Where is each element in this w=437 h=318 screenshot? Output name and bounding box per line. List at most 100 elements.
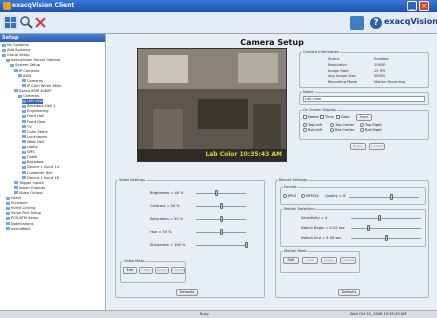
camera-info-key: Recording Mode (328, 80, 357, 85)
tree-item-label: IP Cameras (19, 68, 40, 73)
tree-node-icon (6, 227, 10, 231)
format-jpeg-radio[interactable]: JPEG (283, 194, 296, 198)
video-mask-cancel-button[interactable]: Cancel (171, 267, 185, 274)
record-settings-title: Record Settings (278, 178, 309, 182)
tree-item-label: TV (27, 124, 32, 129)
tree-item-label: System Setup (15, 63, 41, 68)
record-settings-group: Record Settings Format JPEG MPEG4 Qualit… (275, 178, 429, 298)
tree-item-label: Color Stairs (27, 129, 48, 134)
motion-slider-label: Sensitivity = 4 (301, 216, 328, 220)
osd-top-center-radio[interactable]: Top-Center (330, 123, 354, 127)
video-slider-thumb[interactable] (219, 229, 223, 235)
video-defaults-button[interactable]: Defaults (176, 289, 198, 296)
camera-info-value: Enabled (374, 57, 389, 61)
minimize-button[interactable]: _ (407, 1, 417, 11)
tree-node-icon (18, 94, 22, 98)
tree-item-label: Device 1 Input 16 (27, 175, 59, 180)
tree-node-icon (14, 186, 18, 190)
page-title: Camera Setup (240, 38, 304, 47)
motion-slider-thumb[interactable] (367, 225, 370, 231)
tree-item-label: Lunchroom (27, 134, 48, 139)
tree-item-label: Engineering (27, 109, 49, 114)
delete-icon[interactable] (33, 15, 48, 30)
tree-node-icon (2, 48, 6, 52)
camera-info-key: Image Rate (328, 68, 349, 73)
motion-slider-thumb[interactable] (377, 215, 381, 221)
font-button[interactable]: Font (356, 114, 372, 121)
osd-cancel-button[interactable]: Cancel (369, 143, 385, 150)
grid-view-icon[interactable] (3, 15, 18, 30)
tree-node-icon (2, 43, 6, 47)
video-slider-thumb[interactable] (244, 242, 248, 248)
tree-item-label: Video Output (19, 190, 43, 195)
video-mask-clear-button[interactable]: Clear (139, 267, 153, 274)
osd-bot-center-radio[interactable]: Bot-Center (330, 128, 354, 132)
motion-mask-edit-button[interactable]: Edit (283, 257, 299, 264)
tree-item-label: Exacq ARM 4080P (19, 88, 52, 93)
quality-slider-track[interactable] (349, 197, 419, 198)
tree-node-icon (14, 89, 18, 93)
video-slider-label: Contrast = 50 % (150, 204, 180, 208)
tree-node-icon (22, 79, 26, 83)
video-mask-apply-button[interactable]: Apply (155, 267, 169, 274)
camera-info-value: 25 IPS (374, 68, 386, 73)
tree-node-icon (22, 109, 26, 113)
camera-info-value: 58000 (374, 74, 386, 79)
osd-date-checkbox[interactable]: Date (336, 115, 350, 119)
help-icon[interactable]: ? (370, 17, 382, 29)
tree-node-icon (22, 140, 26, 144)
osd-bot-right-radio[interactable]: Bot-Right (360, 128, 382, 132)
osd-name-checkbox[interactable]: Name (303, 115, 319, 119)
osd-time-checkbox[interactable]: Time (320, 115, 334, 119)
video-slider-track[interactable] (196, 193, 246, 194)
motion-mask-clear-button[interactable]: Clear (302, 257, 318, 264)
quality-slider-thumb[interactable] (389, 194, 393, 200)
tree-node-icon (22, 125, 26, 129)
video-slider-label: Saturation = 50 % (150, 217, 184, 221)
status-bar: Busy Wed Oct 25, 2006 10:35:43 AM (0, 310, 437, 318)
motion-mask-cancel-button[interactable]: Cancel (340, 257, 356, 264)
motion-slider-label: Switch Begin = 0.25 sec (301, 226, 345, 230)
motion-slider-track[interactable] (351, 228, 421, 229)
video-slider-track[interactable] (196, 245, 246, 246)
tree-node-icon (6, 222, 10, 225)
video-slider-thumb[interactable] (219, 216, 223, 222)
motion-mask-apply-button[interactable]: Apply (321, 257, 337, 264)
motion-slider-track[interactable] (351, 218, 421, 219)
tree-item-label: Front Door (27, 119, 46, 124)
tree-node-icon (6, 201, 10, 205)
close-button[interactable]: × (419, 1, 429, 11)
app-icon (3, 2, 11, 10)
osd-bot-left-radio[interactable]: Bot-Left (303, 128, 322, 132)
video-slider-thumb[interactable] (214, 190, 218, 196)
tree-item-label: AXIS (23, 73, 32, 78)
osd-title: On Screen Display (302, 108, 337, 112)
camera-preview: Lab Color 10:35:43 AM (137, 48, 287, 162)
tree-item-label: Cable (27, 155, 38, 160)
tree-node-icon (22, 104, 26, 108)
tree-item-label: Serial Port Setup (11, 211, 42, 216)
video-mask-edit-button[interactable]: Edit (123, 267, 137, 274)
tree-item-label: Front Hall (27, 114, 45, 119)
record-defaults-button[interactable]: Defaults (338, 289, 360, 296)
osd-top-left-radio[interactable]: Top-Left (303, 123, 322, 127)
search-icon[interactable] (19, 15, 34, 30)
tree-item-label: Backdoor Hall 1 (27, 104, 56, 109)
osd-apply-button[interactable]: Apply (350, 143, 366, 150)
tree-node-icon (14, 181, 18, 185)
tree-node-icon (22, 150, 26, 154)
tree-node-icon (22, 176, 26, 180)
tree-item[interactable]: exacqReell (6, 227, 31, 232)
video-slider-thumb[interactable] (219, 203, 223, 209)
format-mpeg4-radio[interactable]: MPEG4 (301, 194, 319, 198)
motion-slider-thumb[interactable] (384, 235, 388, 241)
tree-item-label: Cameras (27, 78, 43, 83)
video-settings-title: Video Settings (118, 178, 146, 182)
video-settings-group: Video Settings Brightness = 40 % Contrast… (115, 178, 265, 298)
format-title: Format (283, 185, 298, 189)
camera-name-input[interactable]: Lab color (303, 96, 425, 102)
window-layout-icon[interactable] (350, 16, 364, 30)
osd-top-right-radio[interactable]: Top-Right (360, 123, 382, 127)
tree-item-label: Trigger Inputs (19, 180, 44, 185)
motion-detection-group: Motion Detection Sensitivity = 4 Switch B… (280, 207, 426, 247)
